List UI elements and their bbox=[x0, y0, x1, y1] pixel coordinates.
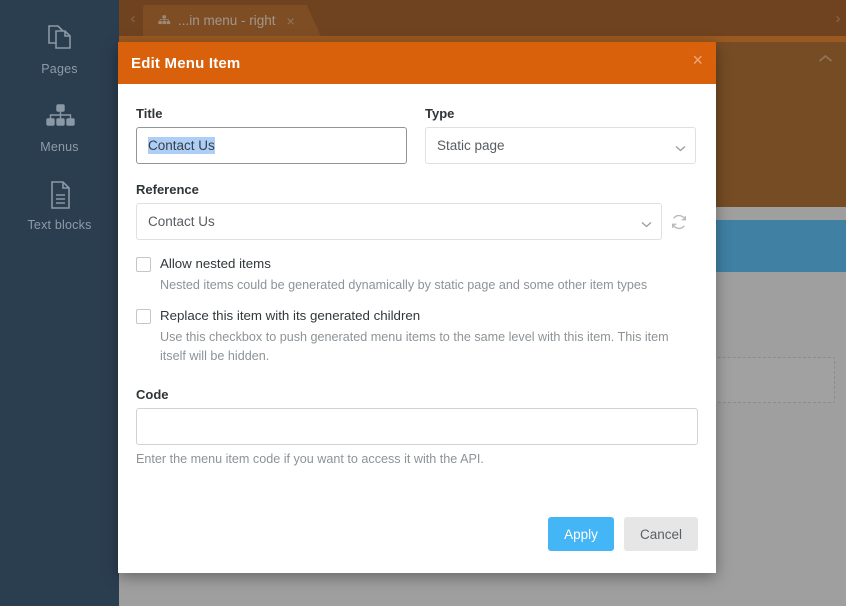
dialog-footer: Apply Cancel bbox=[118, 517, 716, 573]
close-icon[interactable]: × bbox=[692, 51, 703, 69]
sidebar-item-label: Text blocks bbox=[27, 217, 92, 232]
allow-nested-checkbox[interactable] bbox=[136, 257, 151, 272]
refresh-icon[interactable] bbox=[662, 203, 696, 240]
edit-menu-item-dialog: Edit Menu Item × Title Contact Us Type S… bbox=[118, 42, 716, 573]
allow-nested-label: Allow nested items bbox=[160, 256, 271, 271]
dialog-body: Title Contact Us Type Static page Refere… bbox=[118, 84, 716, 466]
replace-children-help: Use this checkbox to push generated menu… bbox=[160, 330, 669, 363]
dialog-title: Edit Menu Item bbox=[131, 54, 241, 72]
document-icon bbox=[43, 175, 77, 215]
replace-children-checkbox[interactable] bbox=[136, 309, 151, 325]
sidebar-item-label: Pages bbox=[41, 61, 78, 76]
code-input[interactable] bbox=[136, 407, 698, 445]
replace-children-label: Replace this item with its generated chi… bbox=[160, 308, 421, 324]
sidebar-item-pages[interactable]: Pages bbox=[0, 8, 119, 86]
pages-icon bbox=[43, 19, 77, 59]
replace-children-group: Replace this item with its generated chi… bbox=[136, 308, 698, 365]
dialog-header: Edit Menu Item × bbox=[118, 42, 716, 84]
allow-nested-help: Nested items could be generated dynamica… bbox=[160, 278, 648, 292]
app-root: Pages Menus Text blocks ‹ › ...in menu -… bbox=[0, 0, 846, 606]
code-field-group: Code Enter the menu item code if you wan… bbox=[136, 387, 698, 466]
code-help: Enter the menu item code if you want to … bbox=[136, 451, 484, 466]
reference-field-group: Reference Contact Us bbox=[136, 182, 698, 240]
title-input[interactable]: Contact Us bbox=[136, 127, 407, 164]
apply-button[interactable]: Apply bbox=[547, 517, 614, 551]
type-label: Type bbox=[425, 106, 455, 121]
type-select[interactable]: Static page bbox=[425, 127, 696, 164]
type-field-group: Type Static page bbox=[425, 106, 696, 164]
sidebar-item-label: Menus bbox=[40, 139, 79, 154]
sidebar-item-menus[interactable]: Menus bbox=[0, 86, 119, 164]
title-field-group: Title Contact Us bbox=[136, 106, 407, 164]
code-label: Code bbox=[136, 386, 169, 402]
sitemap-icon bbox=[43, 97, 77, 137]
type-select-value: Static page bbox=[437, 138, 505, 153]
reference-label: Reference bbox=[136, 182, 199, 197]
allow-nested-group: Allow nested items Nested items could be… bbox=[136, 256, 698, 294]
sidebar-item-text-blocks[interactable]: Text blocks bbox=[0, 164, 119, 242]
title-input-value: Contact Us bbox=[148, 137, 215, 154]
sidebar: Pages Menus Text blocks bbox=[0, 0, 119, 606]
title-label: Title bbox=[136, 106, 163, 121]
cancel-button[interactable]: Cancel bbox=[623, 517, 698, 551]
reference-select[interactable]: Contact Us bbox=[136, 203, 662, 240]
reference-select-value: Contact Us bbox=[148, 214, 215, 229]
